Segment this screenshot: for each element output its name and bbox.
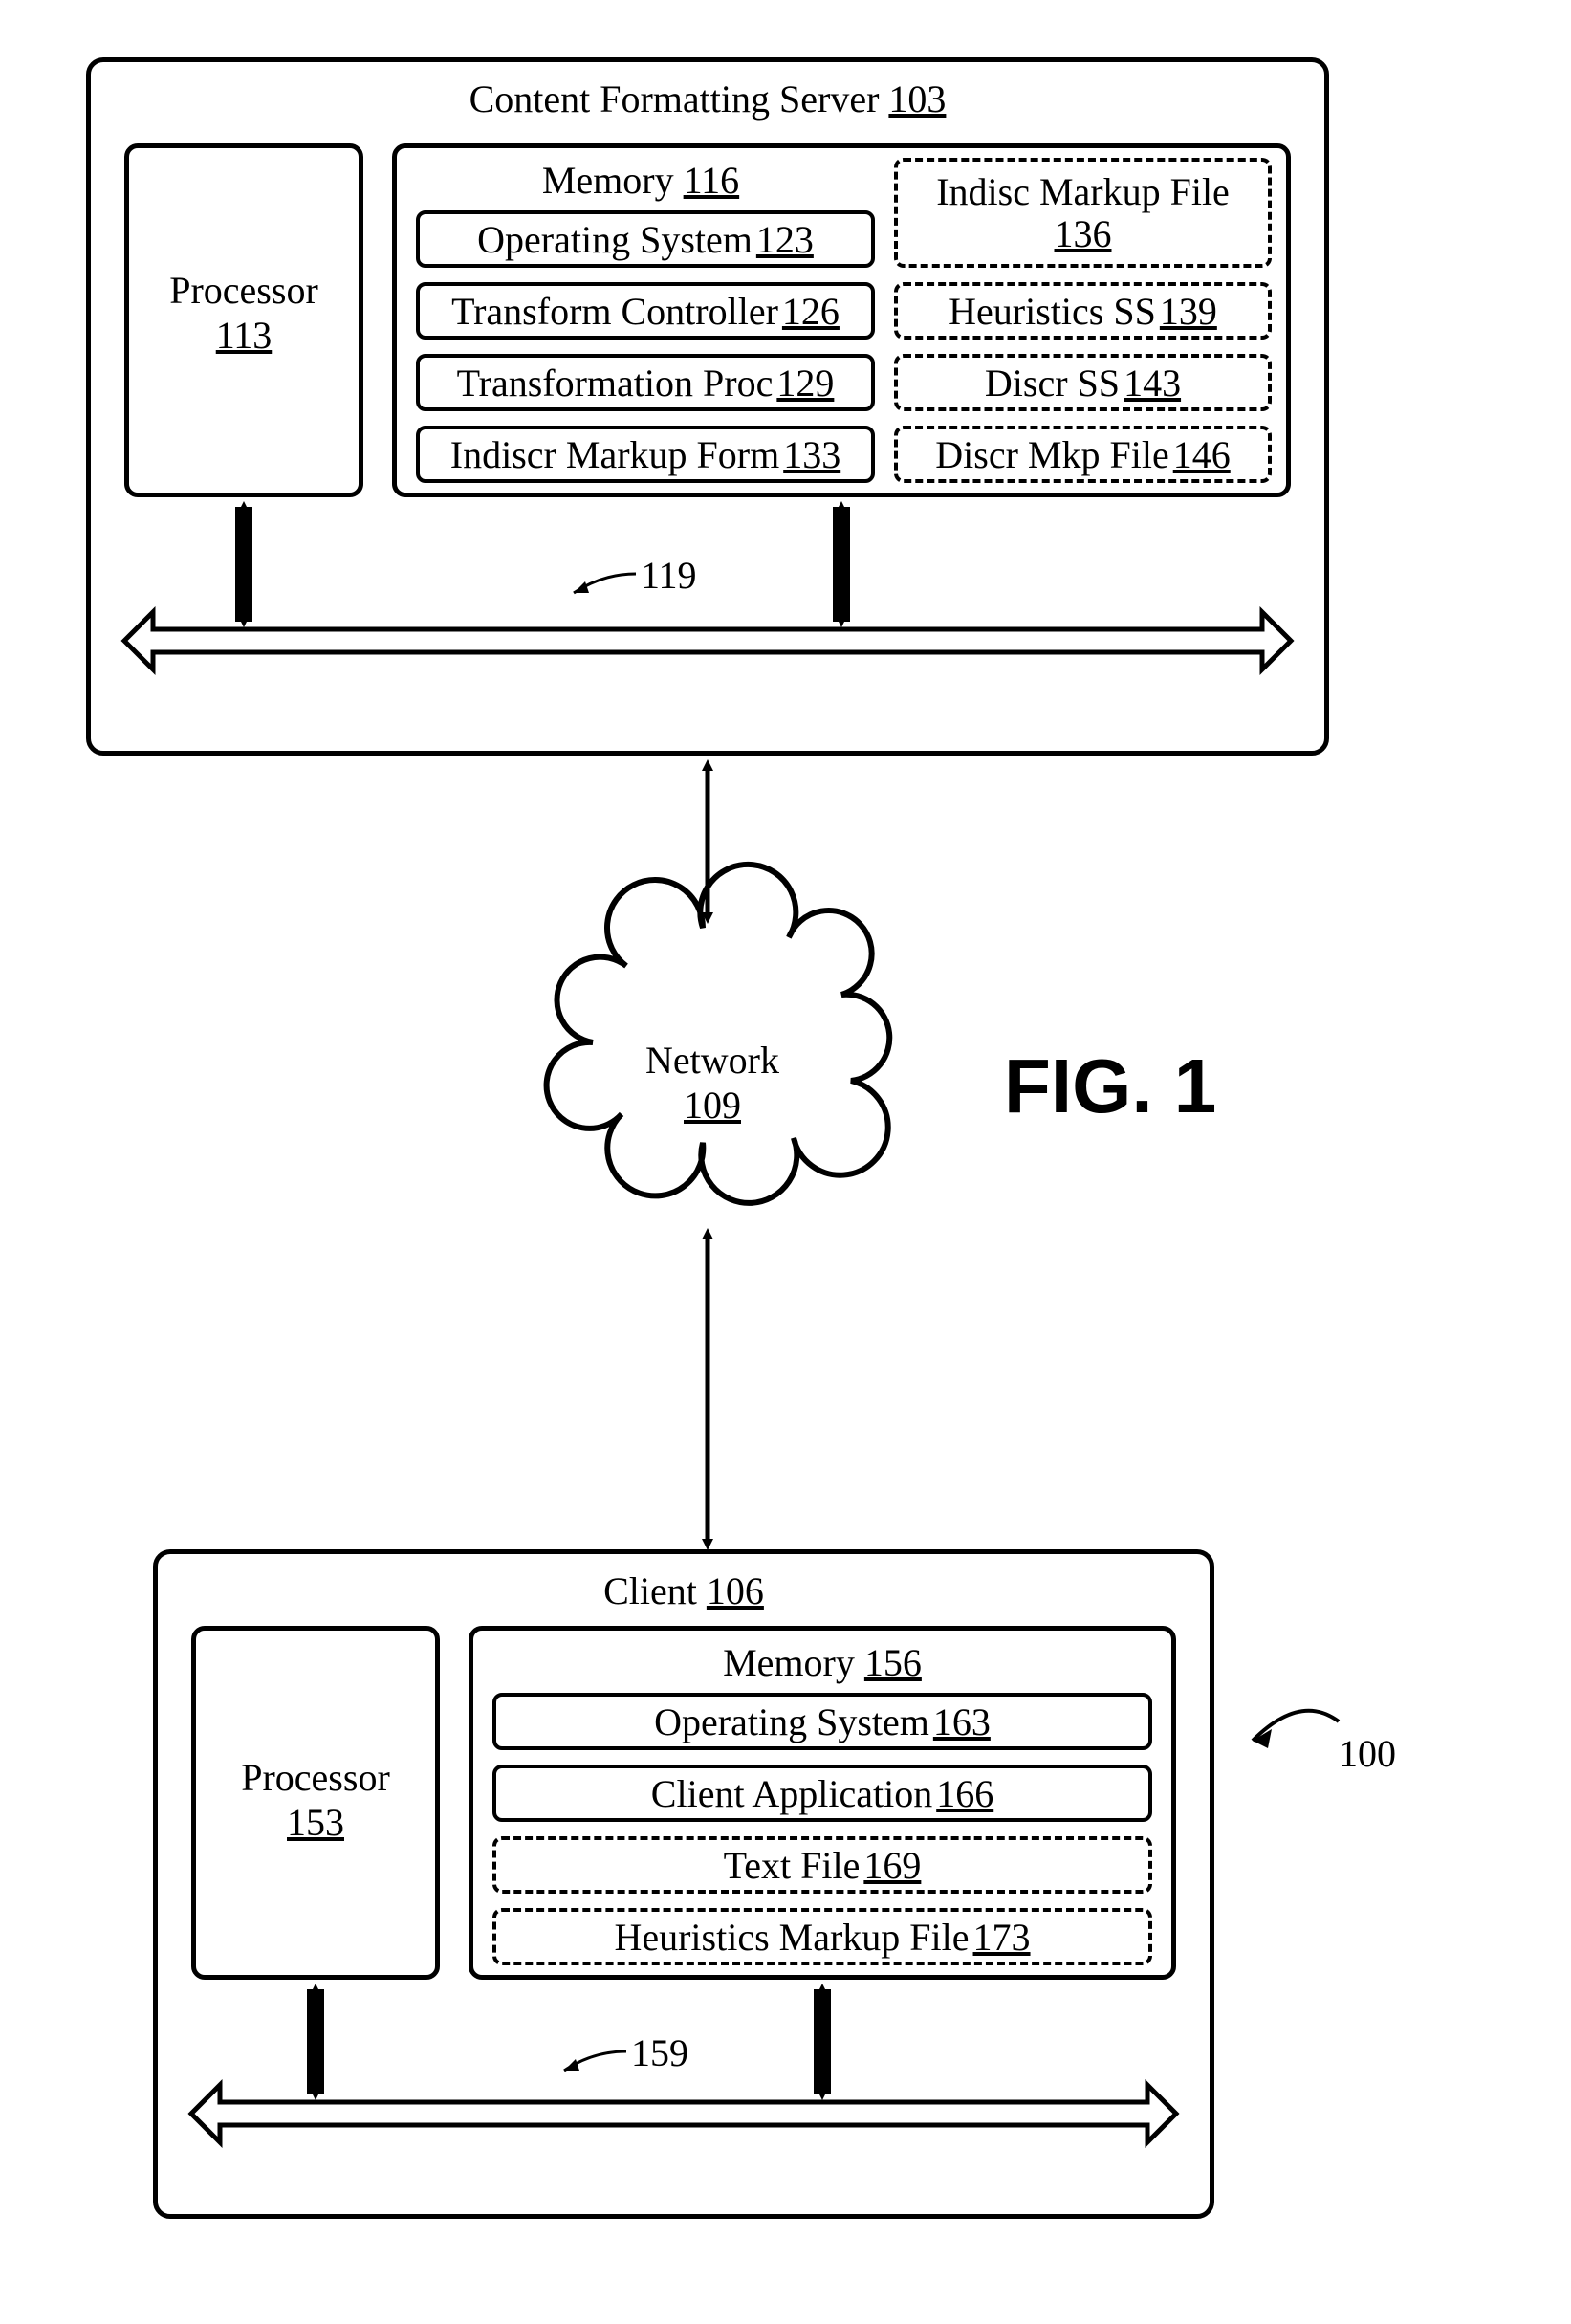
server-mem-item-imf: Indiscr Markup Form 133 <box>416 426 875 483</box>
client-mem-file-text: Text File 169 <box>492 1836 1152 1894</box>
system-ref-leader <box>1253 1711 1339 1748</box>
server-mem-item-tp: Transformation Proc 129 <box>416 354 875 411</box>
network-cloud <box>547 865 890 1203</box>
server-mem-file-dmkp: Discr Mkp File 146 <box>894 426 1272 483</box>
client-title: Client 106 <box>153 1568 1214 1613</box>
network-title: Network 109 <box>574 1038 851 1128</box>
client-mem-item-app: Client Application 166 <box>492 1765 1152 1822</box>
diagram-canvas: Content Formatting Server 103 Processor … <box>0 0 1571 2324</box>
server-mem-file-indisc: Indisc Markup File 136 <box>894 158 1272 268</box>
server-mem-item-os: Operating System 123 <box>416 210 875 268</box>
server-memory-title: Memory 116 <box>392 158 889 203</box>
client-memory-title: Memory 156 <box>469 1640 1176 1685</box>
server-bus-ref: 119 <box>641 553 697 598</box>
client-bus-ref: 159 <box>631 2030 688 2075</box>
server-mem-item-tc: Transform Controller 126 <box>416 282 875 340</box>
client-processor-title: Processor 153 <box>191 1755 440 1845</box>
system-ref: 100 <box>1339 1731 1396 1776</box>
client-mem-file-hmf: Heuristics Markup File 173 <box>492 1908 1152 1965</box>
server-title: Content Formatting Server 103 <box>86 77 1329 121</box>
server-mem-file-dss: Discr SS 143 <box>894 354 1272 411</box>
client-mem-item-os: Operating System 163 <box>492 1693 1152 1750</box>
figure-label: FIG. 1 <box>1004 1042 1216 1130</box>
server-mem-file-hss: Heuristics SS 139 <box>894 282 1272 340</box>
server-processor-title: Processor 113 <box>124 268 363 358</box>
